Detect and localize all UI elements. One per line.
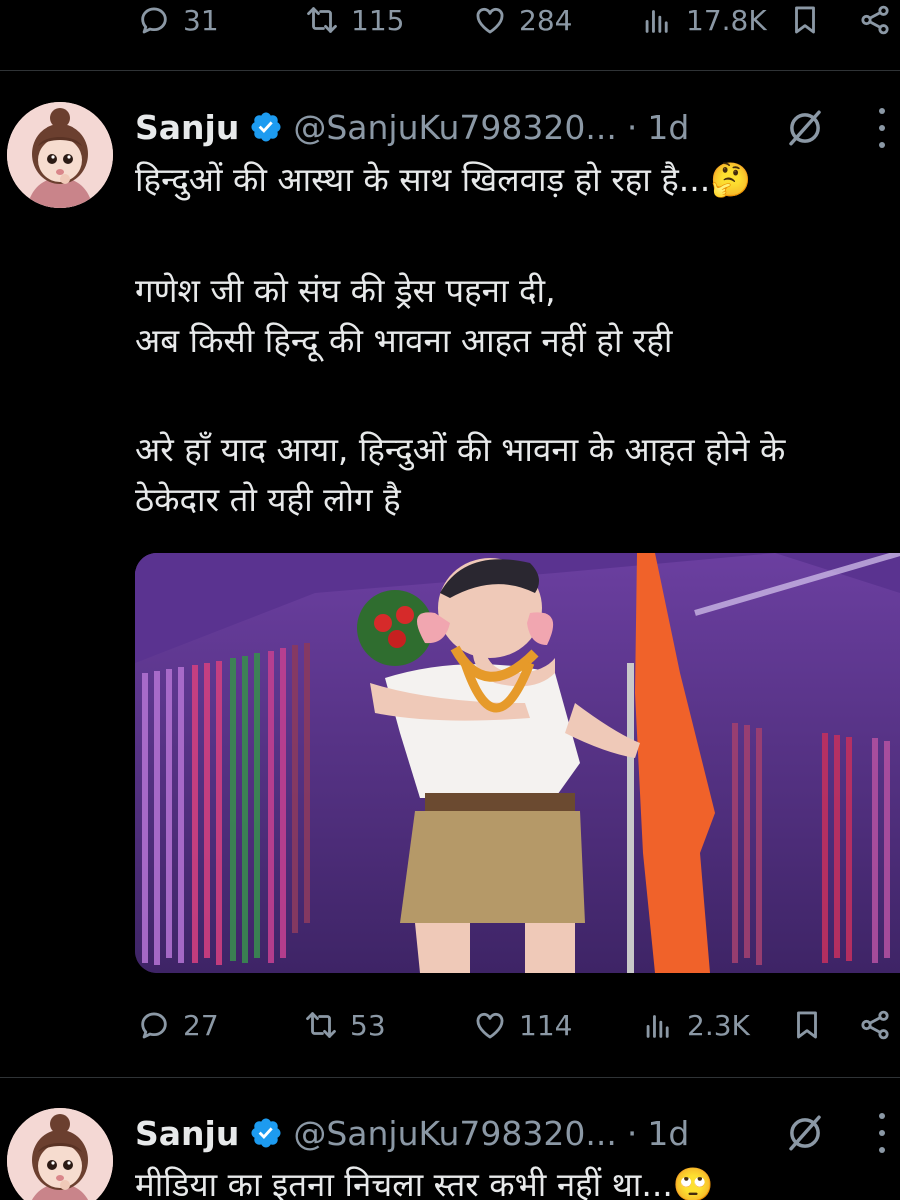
avatar-image xyxy=(7,1108,113,1200)
verified-badge-icon xyxy=(251,1118,281,1148)
tweet-header: Sanju @SanjuKu798320... · 1d xyxy=(135,1108,689,1158)
tweet-text-line: मीडिया का इतना निचला स्तर कभी नहीं था...… xyxy=(135,1165,714,1200)
tweet[interactable]: Sanju @SanjuKu798320... · 1d मीडिया का इ… xyxy=(0,0,900,1200)
more-icon[interactable] xyxy=(877,1113,887,1153)
user-handle[interactable]: @SanjuKu798320... xyxy=(293,1114,617,1153)
timestamp[interactable]: 1d xyxy=(647,1114,689,1153)
separator-dot: · xyxy=(626,1113,638,1153)
display-name[interactable]: Sanju xyxy=(135,1114,239,1153)
avatar[interactable] xyxy=(7,1108,113,1200)
grok-icon[interactable] xyxy=(784,1112,826,1154)
